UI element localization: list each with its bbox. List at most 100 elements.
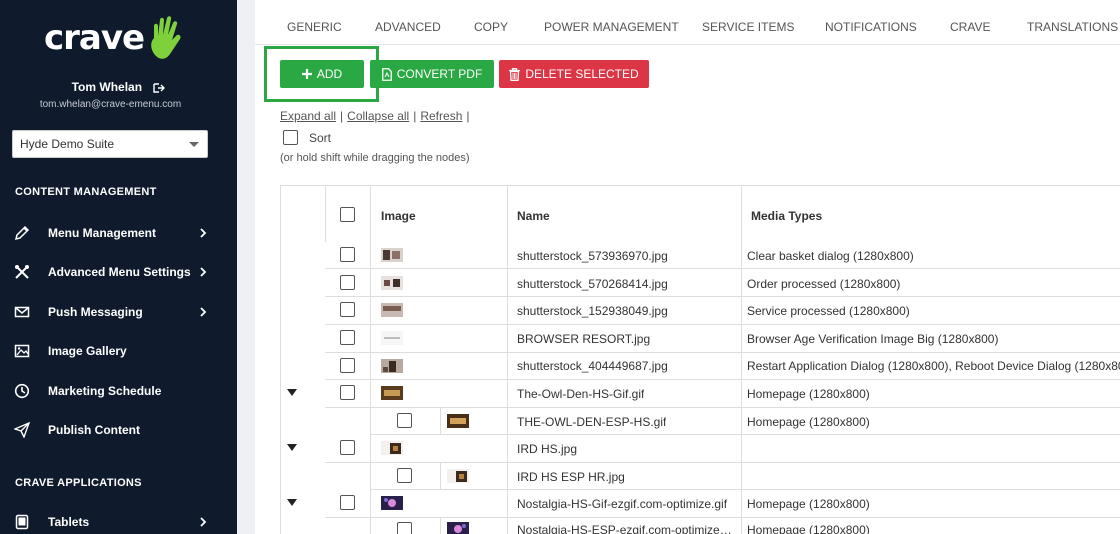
sidebar-item-advanced-menu-settings[interactable]: Advanced Menu Settings [0,257,237,287]
row-media-types: Order processed (1280x800) [747,277,901,291]
sidebar-item-label: Push Messaging [48,305,143,319]
user-email: tom.whelan@crave-emenu.com [39,99,182,110]
expand-toggle-icon[interactable] [287,389,297,396]
tab-crave[interactable]: CRAVE [950,20,990,34]
select-all-checkbox[interactable] [340,207,355,222]
tools-icon [15,265,29,279]
row-checkbox[interactable] [397,413,412,428]
logout-icon[interactable] [153,83,166,93]
image-icon [14,344,30,358]
row-name: Nostalgia-HS-ESP-ezgif.com-optimize.gif [517,523,733,534]
collapse-all-link[interactable]: Collapse all [347,109,409,123]
image-thumbnail [381,331,403,345]
tablet-icon [15,514,29,530]
expand-toggle-icon[interactable] [287,444,297,451]
row-name: IRD HS.jpg [517,442,578,456]
sidebar-item-publish-content[interactable]: Publish Content [0,415,237,445]
main-content: GENERIC ADVANCED COPY POWER MANAGEMENT S… [255,0,1120,534]
row-checkbox[interactable] [340,275,355,290]
section-title-content-management: CONTENT MANAGEMENT [15,186,157,198]
venue-select[interactable]: Hyde Demo Suite [12,130,208,158]
image-thumbnail [447,469,469,483]
sidebar-item-marketing-schedule[interactable]: Marketing Schedule [0,376,237,406]
row-checkbox[interactable] [340,330,355,345]
tab-advanced[interactable]: ADVANCED [375,20,441,34]
sidebar-item-label: Advanced Menu Settings [48,265,191,279]
row-checkbox[interactable] [340,358,355,373]
sidebar-item-label: Publish Content [48,423,140,437]
image-thumbnail [381,359,403,373]
convert-pdf-label: CONVERT PDF [396,67,483,81]
clock-icon [14,383,30,399]
expand-toggle-icon[interactable] [287,499,297,506]
user-profile: Tom Whelan [0,80,237,94]
column-header-media-types[interactable]: Media Types [751,209,822,223]
chevron-down-icon [189,142,199,147]
sort-label: Sort [309,130,332,145]
sort-hint: (or hold shift while dragging the nodes) [280,152,470,164]
image-thumbnail [381,303,403,317]
column-header-name[interactable]: Name [517,209,550,223]
add-button[interactable]: ADD [280,60,364,88]
row-name: shutterstock_573936970.jpg [517,249,668,263]
tab-service-items[interactable]: SERVICE ITEMS [702,20,794,34]
plus-icon [301,69,312,79]
chevron-right-icon [200,267,207,277]
row-media-types: Restart Application Dialog (1280x800), R… [747,359,1120,373]
row-checkbox[interactable] [397,468,412,483]
paper-plane-icon [14,422,30,438]
chevron-right-icon [200,228,207,238]
row-media-types: Homepage (1280x800) [747,523,870,534]
row-checkbox[interactable] [340,247,355,262]
row-name: The-Owl-Den-HS-Gif.gif [517,387,645,401]
user-name: Tom Whelan [71,80,143,94]
column-header-image[interactable]: Image [381,209,416,223]
row-name: Nostalgia-HS-Gif-ezgif.com-optimize.gif [517,497,728,511]
tab-power-management[interactable]: POWER MANAGEMENT [544,20,679,34]
logo-text: crave [44,18,145,58]
separator: | [466,109,470,123]
row-name: shutterstock_570268414.jpg [517,277,668,291]
tree-actions: Expand all | Collapse all | Refresh | [280,109,474,123]
tab-translations[interactable]: TRANSLATIONS [1027,20,1118,34]
venue-select-value: Hyde Demo Suite [20,137,115,151]
chevron-right-icon [200,307,207,317]
sidebar-item-label: Image Gallery [48,344,127,358]
row-media-types: Homepage (1280x800) [747,497,870,511]
sidebar-item-label: Marketing Schedule [48,384,162,398]
sidebar-item-menu-management[interactable]: Menu Management [0,218,237,248]
row-checkbox[interactable] [340,302,355,317]
row-media-types: Homepage (1280x800) [747,415,870,429]
row-checkbox[interactable] [397,522,412,534]
tab-generic[interactable]: GENERIC [287,20,342,34]
row-checkbox[interactable] [340,440,355,455]
sidebar-item-push-messaging[interactable]: Push Messaging [0,297,237,327]
delete-selected-label: DELETE SELECTED [525,67,639,81]
row-media-types: Clear basket dialog (1280x800) [747,249,914,263]
refresh-link[interactable]: Refresh [420,109,462,123]
tab-notifications[interactable]: NOTIFICATIONS [825,20,917,34]
expand-all-link[interactable]: Expand all [280,109,336,123]
row-media-types: Browser Age Verification Image Big (1280… [747,332,999,346]
sidebar: crave Tom Whelan tom.whelan@crave-emenu.… [0,0,237,534]
row-name: IRD HS ESP HR.jpg [517,470,625,484]
row-name: THE-OWL-DEN-ESP-HS.gif [517,415,667,429]
sidebar-item-tablets[interactable]: Tablets [0,507,237,534]
crave-logo[interactable]: crave [44,14,184,62]
image-thumbnail [447,522,469,534]
row-name: BROWSER RESORT.jpg [517,332,651,346]
tab-copy[interactable]: COPY [474,20,508,34]
sort-checkbox[interactable] [283,130,298,145]
file-pdf-icon [381,67,392,81]
section-title-crave-applications: CRAVE APPLICATIONS [15,477,142,489]
sidebar-item-label: Menu Management [48,226,157,240]
separator: | [413,109,417,123]
image-thumbnail [381,441,403,455]
row-checkbox[interactable] [340,385,355,400]
sidebar-item-image-gallery[interactable]: Image Gallery [0,336,237,366]
convert-pdf-button[interactable]: CONVERT PDF [370,60,494,88]
sidebar-item-label: Tablets [48,515,90,529]
image-thumbnail [381,276,403,290]
delete-selected-button[interactable]: DELETE SELECTED [499,60,649,88]
row-checkbox[interactable] [340,495,355,510]
